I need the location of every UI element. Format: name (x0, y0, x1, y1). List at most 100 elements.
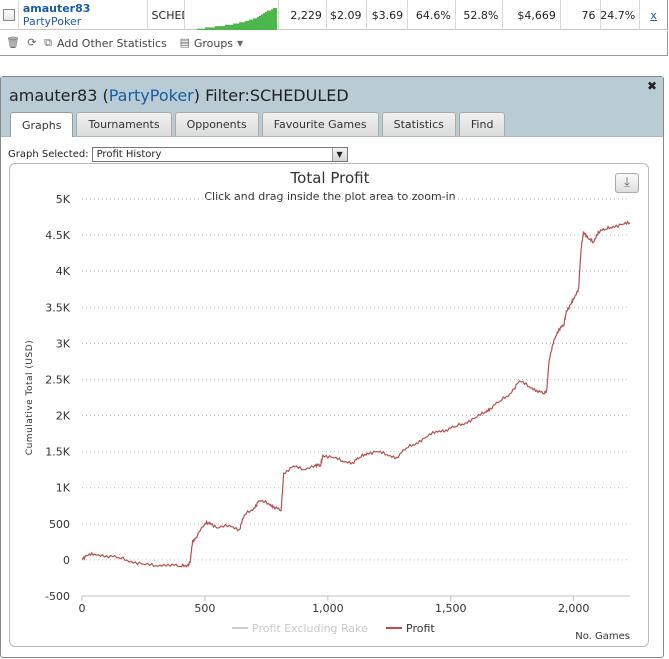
sparkline-bar (261, 14, 264, 30)
legend-item-profit[interactable]: Profit (406, 622, 435, 635)
player-detail-panel: amauter83 (PartyPoker) Filter:SCHEDULED … (0, 76, 664, 658)
sparkline-bar (209, 27, 212, 30)
sparkline-bar (207, 27, 210, 30)
games-cell: 2,229 (279, 0, 327, 30)
tab-favourite-games[interactable]: Favourite Games (261, 112, 379, 136)
add-other-statistics-label: Add Other Statistics (57, 36, 167, 50)
tab-statistics[interactable]: Statistics (381, 112, 456, 136)
percent-cell: 24.7% (601, 0, 641, 30)
itm-cell: 52.8% (456, 0, 504, 30)
sparkline-bar (223, 26, 226, 30)
sparkline-bar (233, 23, 236, 30)
sparkline-bar (263, 13, 266, 30)
tab-tournaments[interactable]: Tournaments (76, 112, 172, 136)
refresh-icon[interactable]: ⟳ (26, 37, 38, 49)
x-tick-label: 1,000 (312, 602, 344, 615)
y-axis-label: Cumulative Total (USD) (25, 340, 35, 455)
avg-profit-cell: $3.69 (367, 0, 409, 30)
x-axis-label: No. Games (575, 631, 630, 642)
sparkline-bar (253, 18, 256, 30)
sparkline-bar (241, 22, 244, 30)
filter-cell: SCHED (148, 0, 186, 30)
y-tick-label: 1K (56, 482, 71, 495)
sparkline-bar (247, 20, 250, 30)
sparkline-bar (205, 27, 208, 30)
graph-select-value: Profit History (96, 149, 162, 160)
player-site-link[interactable]: PartyPoker (23, 15, 81, 28)
sparkline-bar (229, 24, 232, 30)
row-checkbox[interactable] (2, 9, 15, 21)
sparkline-bar (259, 15, 262, 30)
sparkline-bar (217, 26, 220, 30)
y-tick-label: -500 (45, 590, 70, 603)
sparkline-bar (265, 11, 268, 30)
sparkline-bar (231, 24, 234, 30)
sparkline-bar (199, 28, 202, 30)
sparkline-bar (245, 20, 248, 30)
row-select-cell (0, 0, 19, 30)
sparkline-bar (201, 28, 204, 30)
roi-cell: 64.6% (408, 0, 456, 30)
tab-find[interactable]: Find (458, 112, 506, 136)
sparkline-bar (275, 8, 278, 30)
graph-selected-label: Graph Selected: (8, 149, 89, 160)
sparkline-bar (213, 27, 216, 30)
sparkline-bar (251, 19, 254, 30)
sparkline-bar (243, 22, 246, 30)
sparkline-bar (227, 24, 230, 30)
chart-title: Total Profit (290, 169, 370, 187)
y-tick-label: 1.5K (45, 446, 70, 459)
download-icon[interactable]: ⤓ (615, 173, 639, 193)
y-tick-label: 5K (56, 193, 71, 206)
sparkline-bar (237, 23, 240, 30)
y-tick-label: 2.5K (45, 373, 70, 386)
y-tick-label: 3.5K (45, 301, 70, 314)
sparkline-bar (211, 27, 214, 30)
x-tick-label: 0 (79, 602, 86, 615)
panel-site-link[interactable]: PartyPoker (109, 86, 194, 105)
chevron-down-icon: ▼ (237, 38, 244, 48)
legend-item-excl-rake[interactable]: Profit Excluding Rake (252, 622, 368, 635)
total-profit-cell: $4,669 (503, 0, 561, 30)
sparkline-bar (221, 26, 224, 30)
y-tick-label: 0 (63, 554, 70, 567)
dropdown-arrow-icon[interactable]: ▼ (331, 148, 347, 161)
sparkline-bar (267, 10, 270, 30)
profit-series-line (81, 220, 631, 568)
sparkline-bar (257, 17, 260, 30)
x-tick-label: 2,000 (558, 602, 590, 615)
profit-sparkline (197, 8, 278, 30)
sparkline-bar (197, 28, 200, 30)
add-columns-icon: ⧉ (44, 36, 52, 49)
y-tick-label: 3K (56, 337, 71, 350)
groups-icon: ▤ (179, 36, 191, 49)
chart-legend: Profit Excluding Rake Profit (232, 622, 435, 635)
sparkline-bar (269, 10, 272, 30)
add-other-statistics-button[interactable]: ⧉ Add Other Statistics (42, 37, 167, 50)
tab-opponents[interactable]: Opponents (174, 112, 259, 136)
player-cell: amauter83 PartyPoker (19, 0, 148, 30)
graph-select-dropdown[interactable]: Profit History ▼ (91, 147, 348, 162)
sparkline-cell (185, 0, 280, 30)
profit-chart[interactable]: Total Profit Click and drag inside the pl… (10, 164, 650, 648)
trash-icon[interactable]: 🗑 (6, 37, 20, 49)
y-tick-label: 500 (49, 518, 70, 531)
groups-dropdown[interactable]: ▤ Groups ▼ (179, 36, 244, 50)
groups-label: Groups (193, 36, 234, 50)
graph-select-row: Graph Selected: Profit History ▼ (8, 147, 348, 162)
sparkline-bar (255, 18, 258, 30)
panel-header: amauter83 (PartyPoker) Filter:SCHEDULED … (1, 77, 663, 137)
y-tick-label: 4.5K (45, 229, 70, 242)
sparkline-bar (273, 8, 276, 30)
sparkline-bar (219, 26, 222, 30)
tab-bar: Graphs Tournaments Opponents Favourite G… (10, 112, 508, 137)
remove-row-link[interactable]: x (640, 0, 668, 30)
tab-graphs[interactable]: Graphs (10, 112, 74, 137)
panel-filter-label: Filter:SCHEDULED (205, 86, 349, 105)
close-icon[interactable]: ✖ (647, 79, 657, 93)
chart-subtitle: Click and drag inside the plot area to z… (204, 190, 455, 203)
y-tick-label: 4K (56, 265, 71, 278)
chart-container[interactable]: Total Profit Click and drag inside the pl… (9, 163, 649, 647)
panel-title: amauter83 (PartyPoker) Filter:SCHEDULED (9, 86, 349, 105)
player-name-link[interactable]: amauter83 (23, 2, 91, 15)
